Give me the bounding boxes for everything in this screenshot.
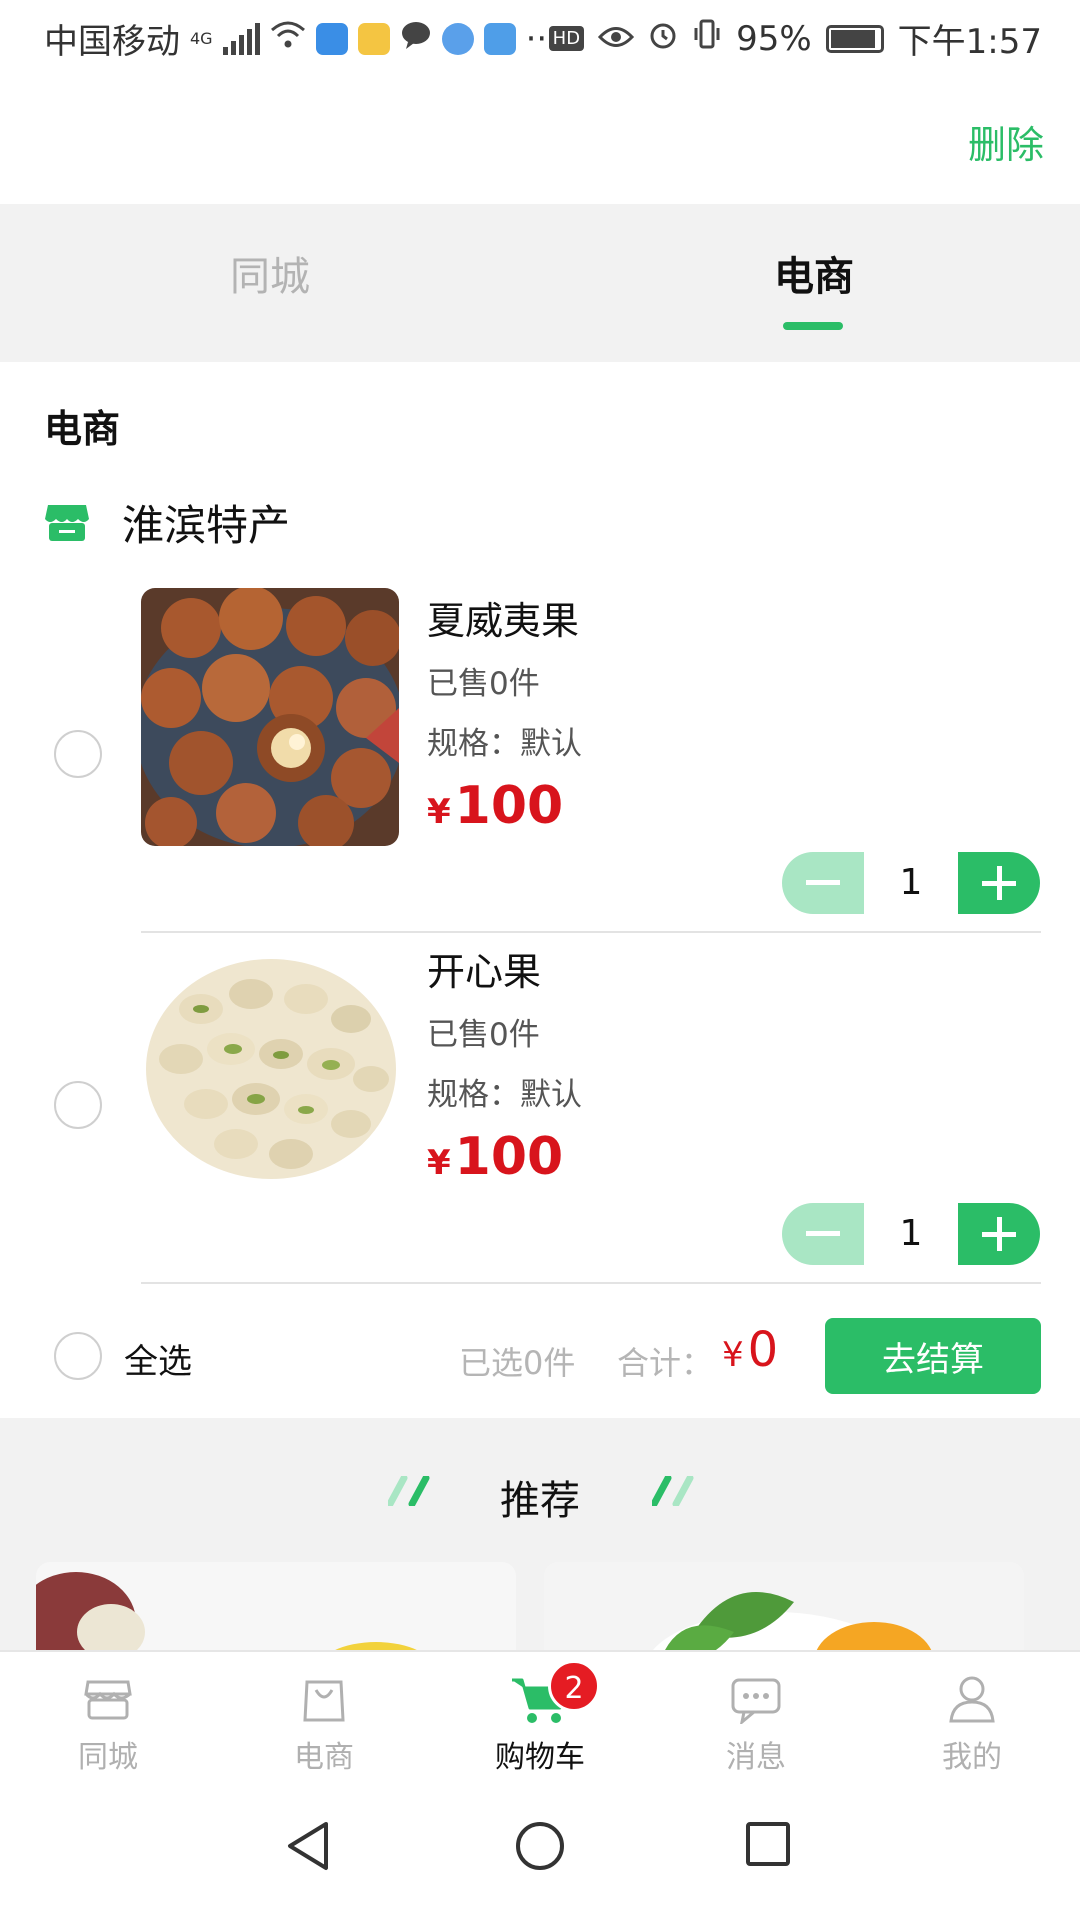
total-label: 合计： [617, 1344, 714, 1382]
cart-item: 开心果 已售0件 规格：默认 ¥ 100 1 [0, 939, 1080, 1289]
item-divider [141, 931, 1041, 933]
minus-icon [806, 880, 840, 885]
nav-profile[interactable]: 我的 [902, 1674, 1042, 1776]
total-currency: ¥ [722, 1335, 744, 1375]
delete-button[interactable]: 删除 [968, 114, 1044, 169]
vibrate-icon [692, 18, 722, 59]
browser-app-icon [441, 22, 474, 55]
price-value: 100 [454, 776, 564, 836]
cart-count-badge: 2 [548, 1660, 600, 1712]
product-price: ¥ 100 [427, 1127, 563, 1187]
store-header[interactable]: 淮滨特产 [44, 490, 290, 554]
active-tab-indicator [783, 322, 843, 330]
battery-icon [825, 24, 884, 53]
shopping-bag-icon [303, 1680, 345, 1722]
nav-label: 购物车 [495, 1740, 585, 1775]
chat-app-icon [400, 19, 432, 59]
status-bar: 中国移动 4G ··· HD 95% 下午1:57 [0, 0, 1080, 76]
product-image-macadamia[interactable] [141, 588, 399, 846]
checkout-button[interactable]: 去结算 [825, 1318, 1041, 1394]
message-icon [731, 1678, 781, 1724]
header: 删除 [0, 76, 1080, 204]
user-icon [949, 1676, 995, 1723]
selected-count: 已选0件 [459, 1344, 576, 1382]
total-amount: ¥ 0 [722, 1322, 778, 1378]
select-all-label[interactable]: 全选 [124, 1334, 192, 1383]
increase-quantity-button[interactable] [958, 852, 1040, 914]
plus-icon [982, 866, 1016, 900]
tab-bar: 同城 电商 [0, 204, 1080, 362]
recommend-card[interactable] [544, 1562, 1024, 1650]
nav-label: 同城 [78, 1740, 138, 1775]
status-left: 中国移动 4G ··· [44, 14, 558, 63]
decrease-quantity-button[interactable] [782, 1203, 864, 1265]
wifi-icon [270, 19, 306, 59]
right-slash-decoration [652, 1476, 694, 1506]
price-value: 100 [454, 1127, 564, 1187]
nav-label: 我的 [942, 1740, 1002, 1775]
gallery-app-icon [357, 22, 390, 55]
product-price: ¥ 100 [427, 776, 563, 836]
recents-button[interactable] [744, 1820, 792, 1872]
product-sold-count: 已售0件 [427, 666, 540, 702]
home-button[interactable] [514, 1820, 566, 1876]
carrier-label: 中国移动 [44, 22, 180, 62]
item-divider [141, 1282, 1041, 1284]
item-select-radio[interactable] [54, 1081, 102, 1129]
nav-messages[interactable]: 消息 [686, 1674, 826, 1776]
back-button[interactable] [284, 1820, 332, 1876]
nav-same-city[interactable]: 同城 [38, 1674, 178, 1776]
product-spec: 规格：默认 [427, 1077, 582, 1113]
battery-percent: 95% [736, 18, 812, 59]
recommend-card[interactable] [36, 1562, 516, 1650]
status-right: HD 95% 下午1:57 [548, 14, 1042, 63]
product-sold-count: 已售0件 [427, 1017, 540, 1053]
recents-square-icon [746, 1822, 790, 1866]
hd-icon: HD [548, 26, 585, 51]
quantity-value: 1 [899, 1213, 923, 1254]
network-type: 4G [190, 29, 213, 48]
product-name[interactable]: 夏威夷果 [427, 590, 579, 645]
nav-label: 消息 [726, 1740, 786, 1775]
weather-app-icon [483, 22, 516, 55]
minus-icon [806, 1231, 840, 1236]
back-triangle-icon [288, 1822, 328, 1870]
store-icon [84, 1680, 132, 1720]
eye-icon [598, 19, 635, 59]
recommend-title: 推荐 [500, 1478, 580, 1524]
clock-time: 下午1:57 [897, 22, 1042, 62]
select-all-radio[interactable] [54, 1332, 102, 1380]
store-name: 淮滨特产 [122, 500, 291, 550]
recommend-section: 推荐 [0, 1418, 1080, 1650]
bottom-navigation: 同城 电商 购物车 2 消息 我的 [0, 1650, 1080, 1788]
currency-symbol: ¥ [427, 1143, 451, 1183]
cart-item: 夏威夷果 已售0件 规格：默认 ¥ 100 1 [0, 588, 1080, 938]
quantity-value: 1 [899, 862, 923, 903]
tab-ecommerce[interactable]: 电商 [774, 244, 854, 302]
shield-app-icon [315, 22, 348, 55]
system-navigation-bar [0, 1788, 1080, 1920]
alarm-icon [648, 19, 678, 59]
tab-same-city[interactable]: 同城 [230, 244, 310, 302]
shop-icon [45, 505, 89, 541]
section-title: 电商 [44, 407, 121, 451]
nav-ecommerce[interactable]: 电商 [254, 1674, 394, 1776]
total-value: 0 [747, 1322, 779, 1378]
home-circle-icon [516, 1822, 564, 1870]
item-select-radio[interactable] [54, 730, 102, 778]
nav-label: 电商 [294, 1740, 354, 1775]
signal-icon [222, 22, 260, 55]
product-spec: 规格：默认 [427, 726, 582, 762]
checkout-bar: 全选 已选0件 合计： ¥ 0 去结算 [0, 1302, 1080, 1416]
product-image-pistachio[interactable] [141, 939, 399, 1197]
product-name[interactable]: 开心果 [427, 941, 541, 996]
decrease-quantity-button[interactable] [782, 852, 864, 914]
currency-symbol: ¥ [427, 792, 451, 832]
increase-quantity-button[interactable] [958, 1203, 1040, 1265]
plus-icon [982, 1217, 1016, 1251]
